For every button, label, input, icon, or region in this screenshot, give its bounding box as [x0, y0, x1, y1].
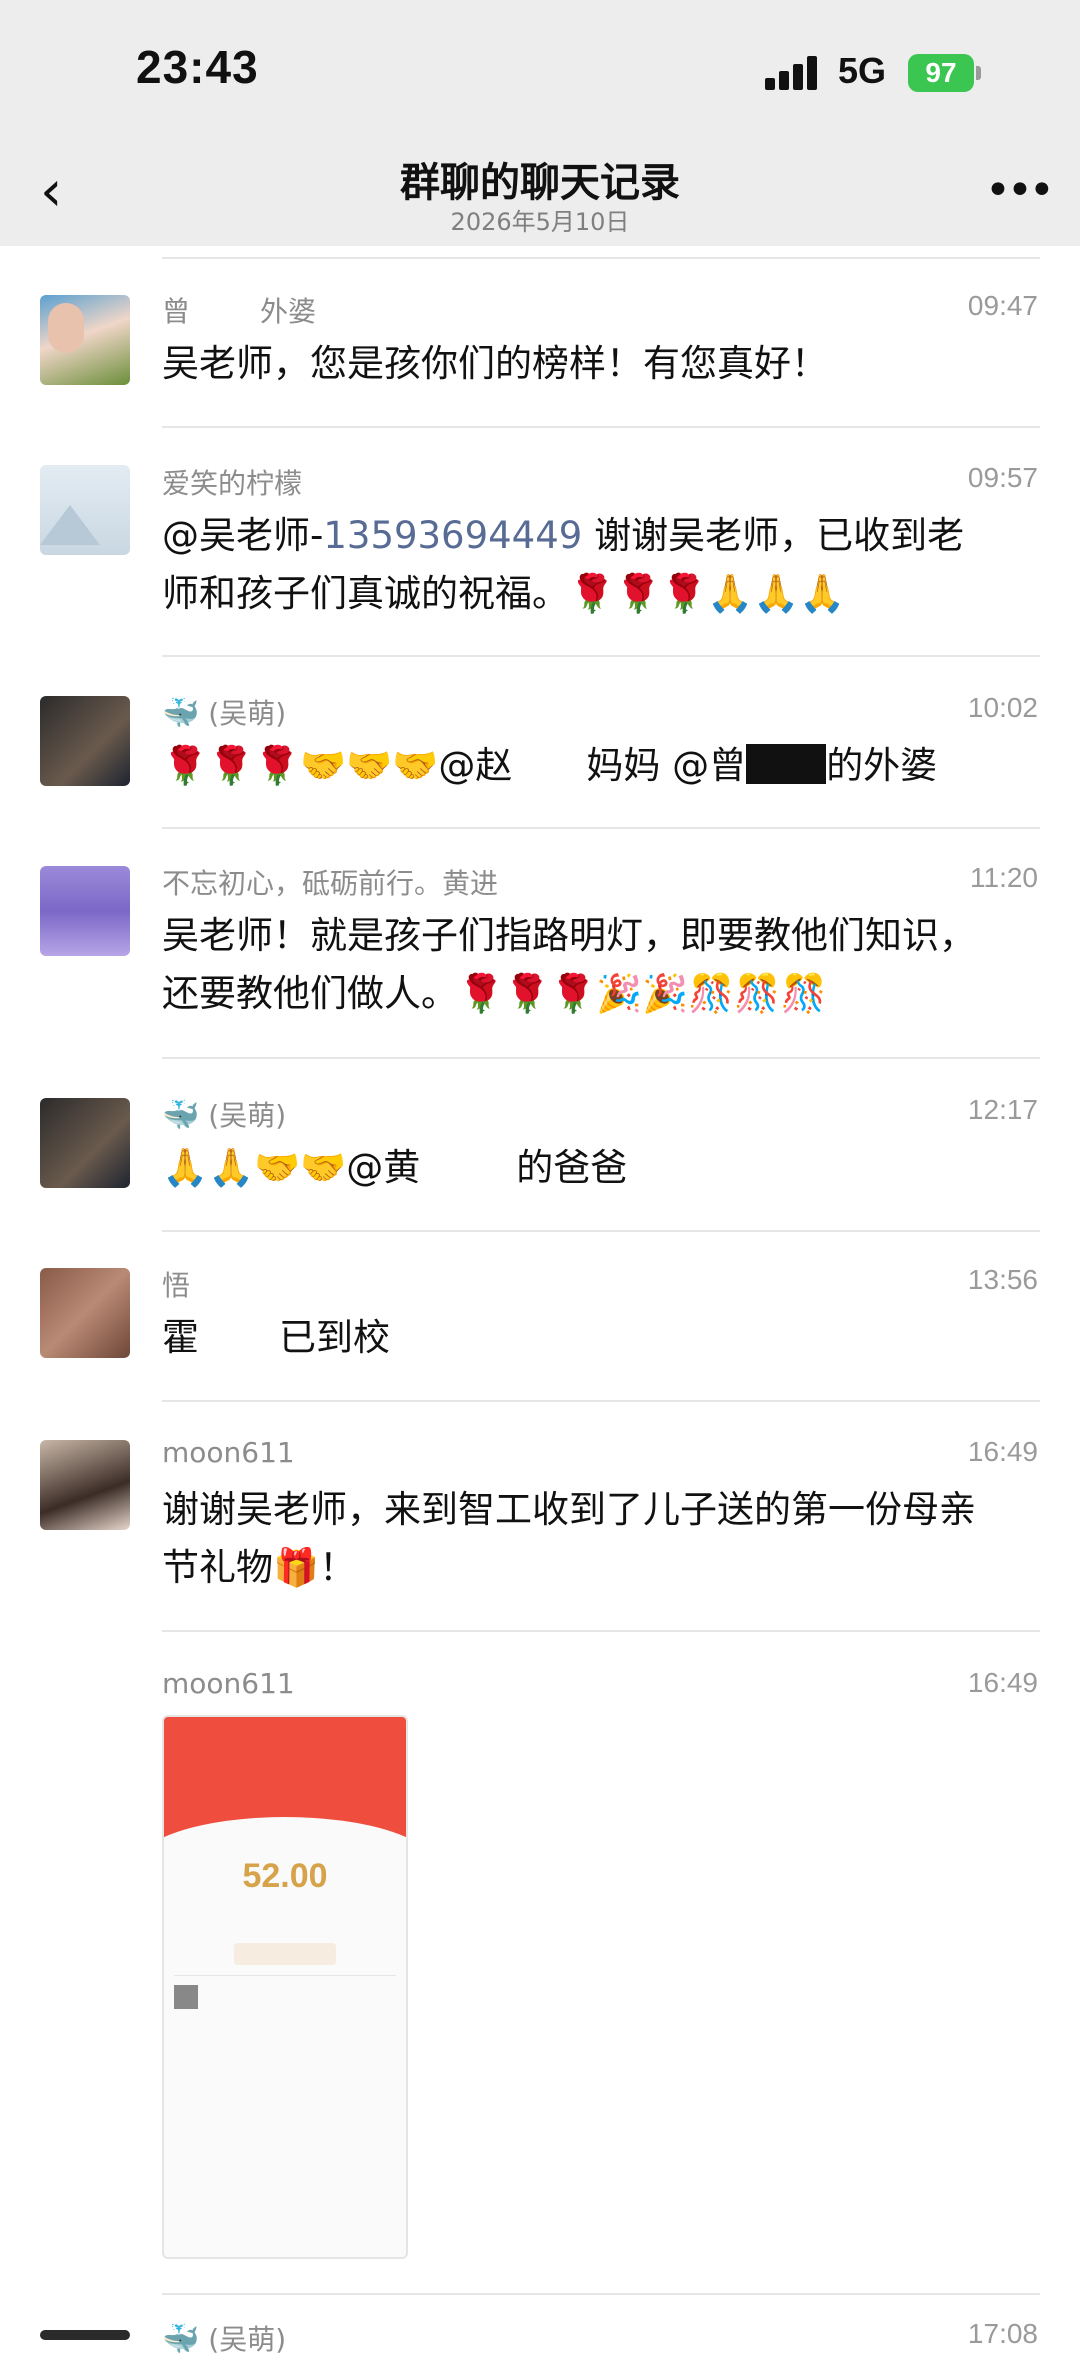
divider — [162, 827, 1040, 829]
sender-name: moon611 — [162, 1667, 295, 1700]
battery-level: 97 — [925, 57, 957, 88]
status-time: 23:43 — [136, 41, 259, 93]
message-text-part: 🌹🌹🌹🤝🤝🤝@赵 — [162, 744, 513, 787]
avatar[interactable] — [40, 465, 130, 555]
image-message-red-packet-screenshot[interactable]: 52.00 — [162, 1715, 408, 2259]
receiver-avatar — [174, 1985, 198, 2009]
battery-icon: 97 — [908, 54, 974, 92]
redacted-block — [199, 1316, 279, 1356]
message-line: 还要教他们做人。🌹🌹🌹🎉🎉🎊🎊🎊 — [162, 972, 827, 1015]
sender-name: 不忘初心，砥砺前行。黄进 — [162, 867, 499, 900]
message-time: 09:57 — [967, 462, 1038, 493]
whale-icon: 🐳 — [162, 696, 200, 731]
divider — [162, 1230, 1040, 1232]
message-time: 17:08 — [967, 2318, 1038, 2349]
whale-icon: 🐳 — [162, 1098, 200, 1133]
message-time: 12:17 — [967, 1094, 1038, 1125]
redacted-block — [420, 1146, 517, 1186]
message-text-part: 的爸爸 — [516, 1146, 628, 1189]
divider — [162, 2293, 1040, 2295]
sender-name-text: (吴萌) — [208, 697, 287, 730]
divider — [174, 1975, 396, 1976]
network-type: 5G — [838, 50, 887, 91]
message-text: 吴老师！就是孩子们指路明灯，即要教他们知识， 还要教他们做人。🌹🌹🌹🎉🎉🎊🎊🎊 — [162, 907, 1042, 1023]
page-subtitle: 2026年5月10日 — [450, 208, 630, 236]
avatar[interactable] — [40, 295, 130, 385]
divider — [162, 257, 1040, 259]
battery-tip — [976, 66, 981, 80]
message-line: 谢谢吴老师，来到智工收到了儿子送的第一份母亲 — [162, 1488, 976, 1531]
message-time: 11:20 — [970, 862, 1038, 893]
message-text-rest: 谢谢吴老师，已收到老 — [582, 514, 965, 557]
message-text: 谢谢吴老师，来到智工收到了儿子送的第一份母亲 节礼物🎁！ — [162, 1481, 1042, 1597]
page-title: 群聊的聊天记录 — [400, 160, 680, 206]
message-line: 吴老师！就是孩子们指路明灯，即要教他们知识， — [162, 914, 976, 957]
divider — [162, 1630, 1040, 1632]
avatar[interactable] — [40, 696, 130, 786]
message-line: 节礼物🎁！ — [162, 1546, 357, 1589]
message-text-part: 已到校 — [279, 1316, 390, 1359]
sender-name: 悟 — [162, 1269, 191, 1302]
sender-name-text: (吴萌) — [208, 1099, 287, 1132]
divider — [162, 655, 1040, 657]
avatar[interactable] — [40, 1268, 130, 1358]
divider — [162, 1400, 1040, 1402]
message-time: 16:49 — [967, 1667, 1038, 1698]
red-packet-amount: 52.00 — [242, 1857, 328, 1895]
status-bar: 23:43 5G 97 — [0, 0, 1080, 150]
sender-name: moon611 — [162, 1436, 295, 1469]
avatar[interactable] — [40, 1440, 130, 1530]
avatar[interactable] — [40, 1098, 130, 1188]
sender-name: 🐳 (吴萌) — [162, 1094, 286, 1134]
message-text-part: 妈妈 @曾 — [586, 744, 747, 787]
message-text: 🌹🌹🌹🤝🤝🤝@赵 妈妈 @曾 的外婆 — [162, 737, 1042, 795]
mention-text[interactable]: @吴老师- — [162, 514, 323, 557]
avatar[interactable] — [40, 866, 130, 956]
message-time: 10:02 — [967, 692, 1038, 723]
message-text: 吴老师，您是孩你们的榜样！有您真好！ — [162, 342, 828, 385]
message-time: 09:47 — [967, 290, 1038, 321]
more-options-icon[interactable]: ••• — [985, 169, 1055, 216]
sender-name-part: 外婆 — [260, 295, 317, 328]
message-time: 13:56 — [967, 1264, 1038, 1295]
message-time: 16:49 — [967, 1436, 1038, 1467]
avatar[interactable] — [40, 2330, 130, 2340]
divider — [162, 426, 1040, 428]
phone-link[interactable]: 13593694449 — [323, 514, 582, 557]
avatar-face — [48, 303, 84, 353]
message-line: @吴老师-13593694449 谢谢吴老师，已收到老 — [162, 507, 1042, 565]
message-text: @吴老师-13593694449 谢谢吴老师，已收到老 师和孩子们真诚的祝福。🌹… — [162, 507, 1042, 623]
redacted-block — [512, 744, 587, 784]
message-text: 🙏🙏🤝🤝@黄 的爸爸 — [162, 1139, 1042, 1197]
message-text-part: 🙏🙏🤝🤝@黄 — [162, 1146, 421, 1189]
divider — [162, 1057, 1040, 1059]
avatar-mountain — [40, 505, 100, 545]
sender-name: 🐳 (吴萌) — [162, 692, 286, 732]
message-text: 霍 已到校 — [162, 1309, 1042, 1367]
sender-name: 🐳 (吴萌) — [162, 2318, 286, 2358]
sender-name: 爱笑的柠檬 — [162, 467, 303, 500]
nav-bar: ‹ 群聊的聊天记录 2026年5月10日 ••• — [0, 150, 1080, 246]
message-text-part: 的外婆 — [826, 744, 938, 787]
redacted-block — [190, 297, 261, 327]
signal-icon — [765, 56, 825, 90]
message-text-part: 霍 — [162, 1316, 199, 1359]
sender-name-part: 曾 — [162, 295, 191, 328]
red-packet-link-placeholder — [234, 1943, 336, 1965]
redacted-block — [746, 744, 827, 784]
message-line: 师和孩子们真诚的祝福。🌹🌹🌹🙏🙏🙏 — [162, 572, 846, 615]
sender-name: 曾 外婆 — [162, 290, 316, 330]
